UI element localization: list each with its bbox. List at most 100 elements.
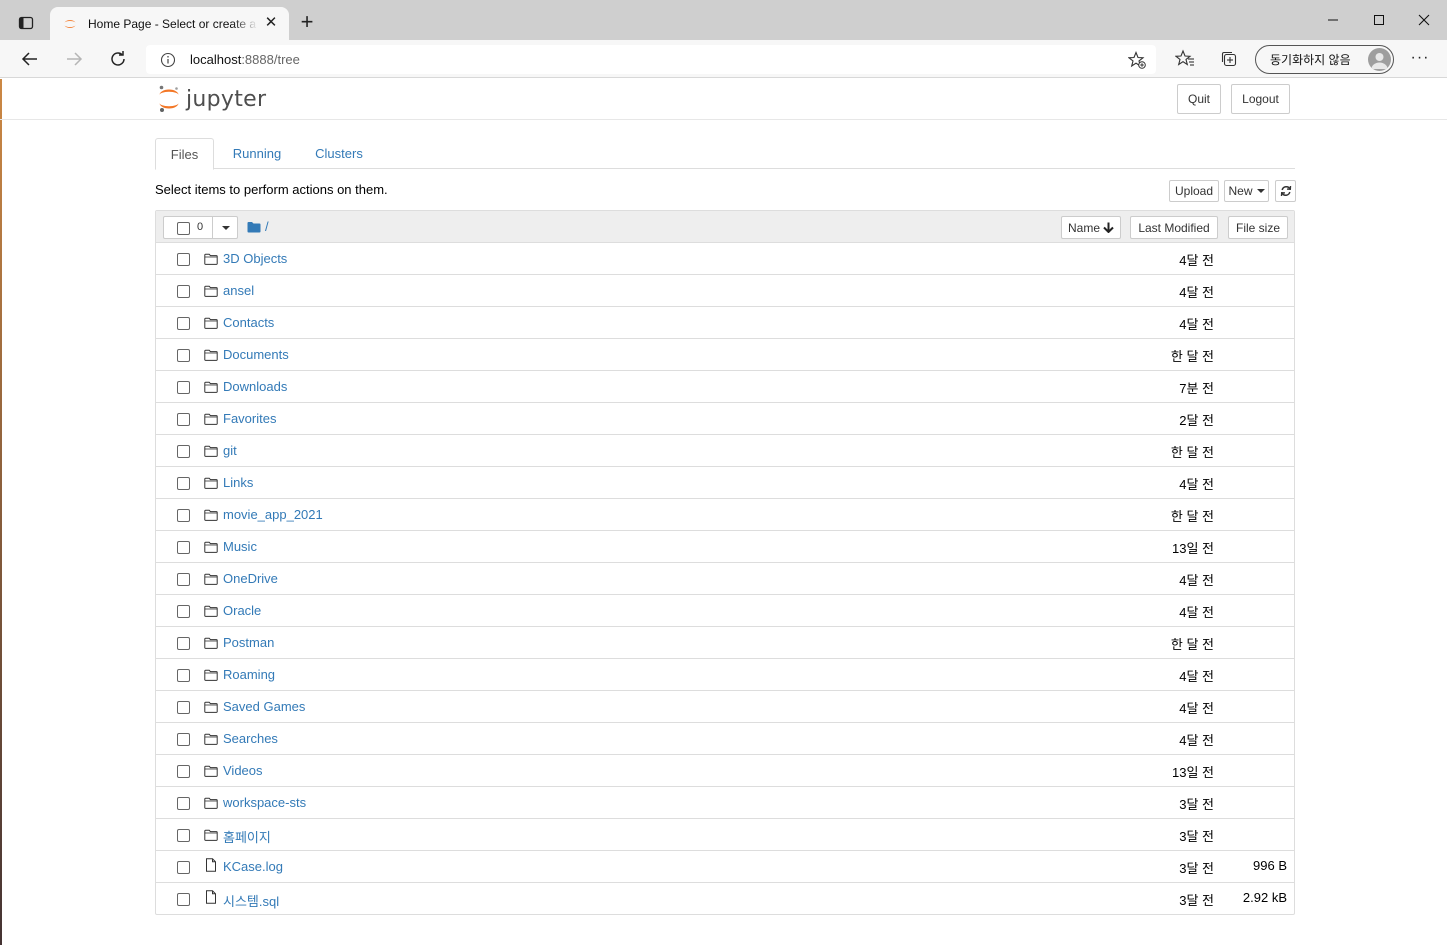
sort-by-name-button[interactable]: Name bbox=[1061, 216, 1121, 239]
quit-button[interactable]: Quit bbox=[1177, 84, 1221, 114]
item-name-link[interactable]: 시스템.sql bbox=[223, 891, 279, 910]
item-size: 2.92 kB bbox=[1242, 890, 1287, 905]
close-window-icon[interactable] bbox=[1401, 0, 1447, 40]
item-name-link[interactable]: Favorites bbox=[223, 411, 276, 426]
address-bar[interactable]: localhost:8888/tree bbox=[146, 45, 1156, 74]
collections-icon[interactable] bbox=[1219, 49, 1239, 69]
item-checkbox[interactable] bbox=[177, 285, 190, 298]
back-button[interactable] bbox=[15, 44, 45, 74]
list-item[interactable]: Favorites 2달 전 bbox=[156, 403, 1294, 435]
list-item[interactable]: ansel 4달 전 bbox=[156, 275, 1294, 307]
list-item[interactable]: 3D Objects 4달 전 bbox=[156, 243, 1294, 275]
tab-files[interactable]: Files bbox=[155, 138, 214, 170]
item-modified: 한 달 전 bbox=[1170, 445, 1214, 460]
list-item[interactable]: 홈페이지 3달 전 bbox=[156, 819, 1294, 851]
item-name-link[interactable]: Oracle bbox=[223, 603, 261, 618]
item-checkbox[interactable] bbox=[177, 669, 190, 682]
list-item[interactable]: Oracle 4달 전 bbox=[156, 595, 1294, 627]
item-checkbox[interactable] bbox=[177, 413, 190, 426]
item-checkbox[interactable] bbox=[177, 381, 190, 394]
list-item[interactable]: Documents 한 달 전 bbox=[156, 339, 1294, 371]
jupyter-logo[interactable]: jupyter bbox=[158, 84, 266, 114]
item-checkbox[interactable] bbox=[177, 861, 190, 874]
item-checkbox[interactable] bbox=[177, 445, 190, 458]
list-item[interactable]: OneDrive 4달 전 bbox=[156, 563, 1294, 595]
forward-button[interactable] bbox=[59, 44, 89, 74]
item-name-link[interactable]: KCase.log bbox=[223, 859, 283, 874]
list-item[interactable]: git 한 달 전 bbox=[156, 435, 1294, 467]
item-name-link[interactable]: Downloads bbox=[223, 379, 287, 394]
browser-titlebar: Home Page - Select or create a new noteb… bbox=[0, 0, 1447, 40]
list-item[interactable]: Links 4달 전 bbox=[156, 467, 1294, 499]
item-checkbox[interactable] bbox=[177, 701, 190, 714]
item-name-link[interactable]: Searches bbox=[223, 731, 278, 746]
item-name-link[interactable]: 홈페이지 bbox=[223, 827, 271, 846]
item-name-link[interactable]: Roaming bbox=[223, 667, 275, 682]
list-item[interactable]: Downloads 7분 전 bbox=[156, 371, 1294, 403]
new-dropdown-button[interactable]: New bbox=[1224, 180, 1269, 202]
tab-running[interactable]: Running bbox=[218, 138, 296, 169]
tab-actions-button[interactable] bbox=[10, 8, 42, 38]
item-name-link[interactable]: Music bbox=[223, 539, 257, 554]
new-tab-icon[interactable]: + bbox=[296, 11, 318, 34]
refresh-button[interactable] bbox=[1275, 180, 1296, 202]
list-item[interactable]: KCase.log 3달 전 996 B bbox=[156, 851, 1294, 883]
favorites-icon[interactable] bbox=[1175, 49, 1195, 69]
minimize-icon[interactable] bbox=[1310, 0, 1356, 40]
logout-button[interactable]: Logout bbox=[1231, 84, 1290, 114]
breadcrumb[interactable]: / bbox=[247, 219, 269, 234]
list-item[interactable]: Roaming 4달 전 bbox=[156, 659, 1294, 691]
tab-clusters[interactable]: Clusters bbox=[300, 138, 378, 169]
list-item[interactable]: Postman 한 달 전 bbox=[156, 627, 1294, 659]
more-options-icon[interactable]: ··· bbox=[1408, 49, 1432, 69]
item-name-link[interactable]: movie_app_2021 bbox=[223, 507, 323, 522]
item-modified: 3달 전 bbox=[1179, 797, 1214, 812]
list-item[interactable]: Videos 13일 전 bbox=[156, 755, 1294, 787]
add-favorite-icon[interactable] bbox=[1128, 51, 1146, 69]
list-item[interactable]: 시스템.sql 3달 전 2.92 kB bbox=[156, 883, 1294, 915]
browser-tab[interactable]: Home Page - Select or create a new noteb… bbox=[50, 7, 289, 40]
item-checkbox[interactable] bbox=[177, 605, 190, 618]
list-item[interactable]: Contacts 4달 전 bbox=[156, 307, 1294, 339]
list-item[interactable]: Music 13일 전 bbox=[156, 531, 1294, 563]
profile-button[interactable]: 동기화하지 않음 bbox=[1255, 45, 1394, 74]
sort-by-size-button[interactable]: File size bbox=[1228, 216, 1288, 239]
item-name-link[interactable]: Links bbox=[223, 475, 253, 490]
item-checkbox[interactable] bbox=[177, 573, 190, 586]
site-info-icon[interactable] bbox=[160, 52, 176, 68]
item-checkbox[interactable] bbox=[177, 797, 190, 810]
select-all-checkbox[interactable] bbox=[177, 222, 190, 235]
item-name-link[interactable]: git bbox=[223, 443, 237, 458]
item-checkbox[interactable] bbox=[177, 829, 190, 842]
item-name-link[interactable]: Saved Games bbox=[223, 699, 305, 714]
list-item[interactable]: Saved Games 4달 전 bbox=[156, 691, 1294, 723]
item-name-link[interactable]: Videos bbox=[223, 763, 263, 778]
item-checkbox[interactable] bbox=[177, 477, 190, 490]
item-name-link[interactable]: OneDrive bbox=[223, 571, 278, 586]
item-checkbox[interactable] bbox=[177, 509, 190, 522]
maximize-icon[interactable] bbox=[1356, 0, 1402, 40]
item-checkbox[interactable] bbox=[177, 893, 190, 906]
upload-button[interactable]: Upload bbox=[1169, 180, 1219, 202]
item-name-link[interactable]: Documents bbox=[223, 347, 289, 362]
list-item[interactable]: movie_app_2021 한 달 전 bbox=[156, 499, 1294, 531]
reload-button[interactable] bbox=[103, 44, 133, 74]
item-checkbox[interactable] bbox=[177, 317, 190, 330]
list-item[interactable]: workspace-sts 3달 전 bbox=[156, 787, 1294, 819]
item-checkbox[interactable] bbox=[177, 637, 190, 650]
item-checkbox[interactable] bbox=[177, 253, 190, 266]
item-name-link[interactable]: workspace-sts bbox=[223, 795, 306, 810]
breadcrumb-root[interactable]: / bbox=[265, 219, 269, 234]
item-name-link[interactable]: Postman bbox=[223, 635, 274, 650]
select-menu-button[interactable] bbox=[212, 217, 238, 238]
item-name-link[interactable]: 3D Objects bbox=[223, 251, 287, 266]
list-item[interactable]: Searches 4달 전 bbox=[156, 723, 1294, 755]
item-checkbox[interactable] bbox=[177, 733, 190, 746]
item-name-link[interactable]: Contacts bbox=[223, 315, 274, 330]
item-checkbox[interactable] bbox=[177, 541, 190, 554]
item-name-link[interactable]: ansel bbox=[223, 283, 254, 298]
item-checkbox[interactable] bbox=[177, 765, 190, 778]
tab-close-icon[interactable]: ✕ bbox=[263, 15, 279, 31]
item-checkbox[interactable] bbox=[177, 349, 190, 362]
sort-by-modified-button[interactable]: Last Modified bbox=[1130, 216, 1218, 239]
